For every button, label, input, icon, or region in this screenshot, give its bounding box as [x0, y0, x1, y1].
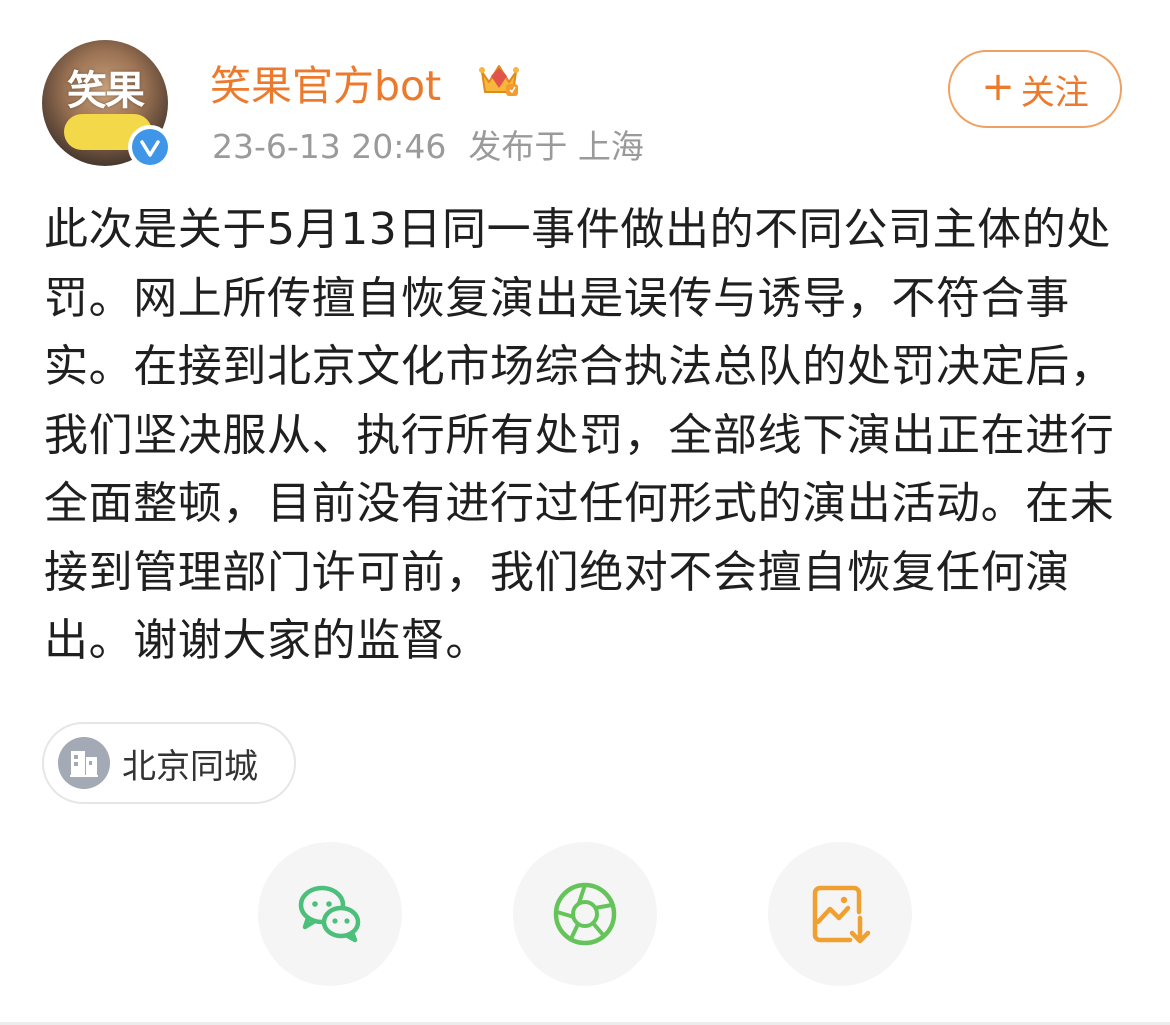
moments-icon: [553, 882, 617, 946]
wechat-icon: [298, 885, 361, 943]
plus-icon: +: [981, 64, 1015, 110]
location-chip-label: 北京同城: [122, 746, 258, 787]
building-icon: [58, 737, 110, 789]
post-timestamp: 23-6-13 20:46: [212, 127, 447, 166]
crown-badge-icon: [479, 65, 519, 96]
follow-button[interactable]: + 关注: [948, 50, 1122, 128]
post-location: 发布于 上海: [468, 127, 644, 166]
share-moments-button[interactable]: [513, 842, 657, 986]
post-meta: 23-6-13 20:46 发布于 上海: [212, 120, 644, 168]
save-image-button[interactable]: [768, 842, 912, 986]
avatar-text: 笑果: [67, 68, 145, 114]
location-chip[interactable]: 北京同城: [42, 722, 296, 804]
username[interactable]: 笑果官方bot: [210, 52, 441, 112]
save-image-icon: [812, 885, 871, 944]
follow-label: 关注: [1020, 72, 1089, 113]
post-text: 此次是关于5月13日同一事件做出的不同公司主体的处罚。网上所传擅自恢复演出是误传…: [44, 204, 1115, 666]
verified-icon: [128, 125, 172, 169]
share-wechat-button[interactable]: [258, 842, 402, 986]
